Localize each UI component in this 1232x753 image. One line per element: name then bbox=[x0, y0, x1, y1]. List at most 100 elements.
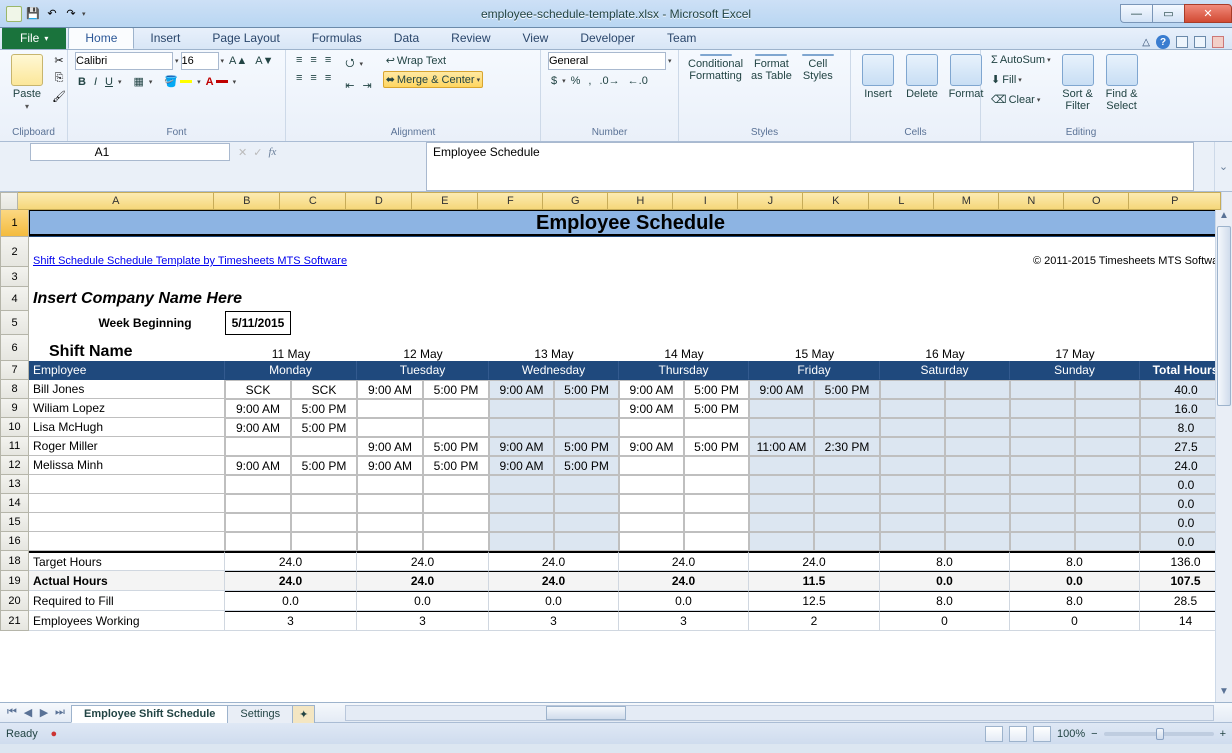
summary-value[interactable]: 0.0 bbox=[225, 591, 357, 611]
total-hours-cell[interactable]: 8.0 bbox=[1140, 418, 1215, 437]
cell[interactable] bbox=[1075, 475, 1140, 494]
tab-page-layout[interactable]: Page Layout bbox=[196, 27, 295, 49]
cell[interactable] bbox=[945, 532, 1010, 551]
row-header-10[interactable]: 10 bbox=[0, 418, 29, 437]
cell[interactable] bbox=[423, 532, 489, 551]
row-header-5[interactable]: 5 bbox=[0, 311, 29, 335]
cell[interactable]: 5:00 PM bbox=[684, 380, 749, 399]
cell[interactable] bbox=[357, 418, 423, 437]
cell[interactable] bbox=[1010, 532, 1075, 551]
date-header[interactable]: 15 May bbox=[749, 335, 880, 361]
col-header-K[interactable]: K bbox=[803, 192, 869, 210]
cell[interactable] bbox=[749, 475, 814, 494]
employee-name[interactable] bbox=[29, 475, 225, 494]
orientation-icon[interactable]: ⭯ bbox=[342, 52, 357, 75]
wrap-text-button[interactable]: ↩ Wrap Text bbox=[383, 52, 483, 69]
row-header-8[interactable]: 8 bbox=[0, 380, 29, 399]
cell[interactable] bbox=[357, 513, 423, 532]
format-cells-button[interactable]: Format bbox=[946, 52, 986, 102]
cell[interactable] bbox=[291, 494, 357, 513]
col-header-C[interactable]: C bbox=[280, 192, 346, 210]
conditional-formatting-button[interactable]: Conditional Formatting bbox=[686, 52, 745, 84]
row-header-13[interactable]: 13 bbox=[0, 475, 29, 494]
col-header-G[interactable]: G bbox=[543, 192, 608, 210]
format-painter-icon[interactable]: 🖌 bbox=[51, 88, 67, 104]
cell[interactable]: 9:00 AM bbox=[489, 437, 554, 456]
row-header-21[interactable]: 21 bbox=[0, 611, 29, 631]
delete-cells-button[interactable]: Delete bbox=[902, 52, 942, 102]
comma-icon[interactable]: , bbox=[585, 73, 594, 89]
summary-total[interactable]: 107.5 bbox=[1140, 571, 1215, 591]
employee-name[interactable] bbox=[29, 513, 225, 532]
cell[interactable] bbox=[880, 513, 945, 532]
cell[interactable] bbox=[684, 418, 749, 437]
summary-value[interactable]: 0.0 bbox=[880, 571, 1010, 591]
cell[interactable] bbox=[814, 418, 880, 437]
normal-view-icon[interactable] bbox=[985, 726, 1003, 742]
cell-styles-button[interactable]: Cell Styles bbox=[798, 52, 838, 84]
cell[interactable] bbox=[684, 494, 749, 513]
font-name-combo[interactable] bbox=[75, 52, 173, 70]
employee-header[interactable]: Employee bbox=[29, 361, 225, 380]
summary-value[interactable]: 24.0 bbox=[619, 571, 749, 591]
summary-value[interactable]: 24.0 bbox=[489, 551, 619, 571]
cell[interactable]: 5:00 PM bbox=[423, 456, 489, 475]
cell[interactable]: 9:00 AM bbox=[619, 399, 684, 418]
hscroll-thumb[interactable] bbox=[546, 706, 626, 720]
row-header-7[interactable]: 7 bbox=[0, 361, 29, 380]
col-header-J[interactable]: J bbox=[738, 192, 803, 210]
dow-header[interactable]: Sunday bbox=[1010, 361, 1140, 380]
cell[interactable]: 5:00 PM bbox=[684, 437, 749, 456]
tab-data[interactable]: Data bbox=[378, 27, 435, 49]
row-header-19[interactable]: 19 bbox=[0, 571, 29, 591]
date-header[interactable]: 12 May bbox=[357, 335, 489, 361]
cell[interactable] bbox=[1010, 494, 1075, 513]
cell[interactable] bbox=[684, 532, 749, 551]
help-icon[interactable]: ? bbox=[1156, 35, 1170, 49]
total-hours-cell[interactable]: 27.5 bbox=[1140, 437, 1215, 456]
cell[interactable] bbox=[1010, 475, 1075, 494]
summary-label[interactable]: Required to Fill bbox=[29, 591, 225, 611]
cell[interactable] bbox=[1010, 513, 1075, 532]
scroll-thumb[interactable] bbox=[1217, 226, 1231, 406]
tab-last-icon[interactable]: ⏭ bbox=[52, 706, 68, 719]
dow-header[interactable]: Friday bbox=[749, 361, 880, 380]
cell[interactable] bbox=[945, 513, 1010, 532]
col-header-N[interactable]: N bbox=[999, 192, 1064, 210]
row-header-15[interactable]: 15 bbox=[0, 513, 29, 532]
summary-value[interactable]: 24.0 bbox=[225, 551, 357, 571]
sheet-tab[interactable]: Employee Shift Schedule bbox=[71, 705, 228, 723]
col-header-I[interactable]: I bbox=[673, 192, 738, 210]
summary-value[interactable]: 8.0 bbox=[880, 591, 1010, 611]
cell[interactable] bbox=[880, 475, 945, 494]
tab-formulas[interactable]: Formulas bbox=[296, 27, 378, 49]
expand-formula-icon[interactable]: ⌄ bbox=[1214, 142, 1232, 191]
cell[interactable]: 5:00 PM bbox=[814, 380, 880, 399]
cell[interactable] bbox=[619, 494, 684, 513]
align-middle-icon[interactable]: ≡ bbox=[307, 52, 319, 68]
employee-name[interactable]: Melissa Minh bbox=[29, 456, 225, 475]
col-header-L[interactable]: L bbox=[869, 192, 934, 210]
zoom-slider[interactable] bbox=[1104, 732, 1214, 736]
formula-bar[interactable]: Employee Schedule bbox=[426, 142, 1194, 191]
cell[interactable] bbox=[357, 494, 423, 513]
cell[interactable] bbox=[291, 475, 357, 494]
cell[interactable] bbox=[945, 437, 1010, 456]
col-header-P[interactable]: P bbox=[1129, 192, 1221, 210]
cell[interactable] bbox=[814, 532, 880, 551]
summary-value[interactable]: 24.0 bbox=[749, 551, 880, 571]
cell[interactable] bbox=[423, 399, 489, 418]
cell[interactable]: 2:30 PM bbox=[814, 437, 880, 456]
summary-value[interactable]: 24.0 bbox=[357, 571, 489, 591]
mdi-minimize-icon[interactable] bbox=[1176, 36, 1188, 48]
cell[interactable]: 11:00 AM bbox=[749, 437, 814, 456]
cell[interactable] bbox=[945, 380, 1010, 399]
cell[interactable] bbox=[554, 532, 619, 551]
vertical-scrollbar[interactable]: ▲ ▼ bbox=[1215, 210, 1232, 702]
employee-name[interactable] bbox=[29, 532, 225, 551]
cell[interactable]: 5:00 PM bbox=[423, 437, 489, 456]
shift-name-cell[interactable]: Shift Name bbox=[29, 335, 225, 361]
cell[interactable] bbox=[357, 399, 423, 418]
cell[interactable]: SCK bbox=[291, 380, 357, 399]
cell[interactable]: 5:00 PM bbox=[684, 399, 749, 418]
